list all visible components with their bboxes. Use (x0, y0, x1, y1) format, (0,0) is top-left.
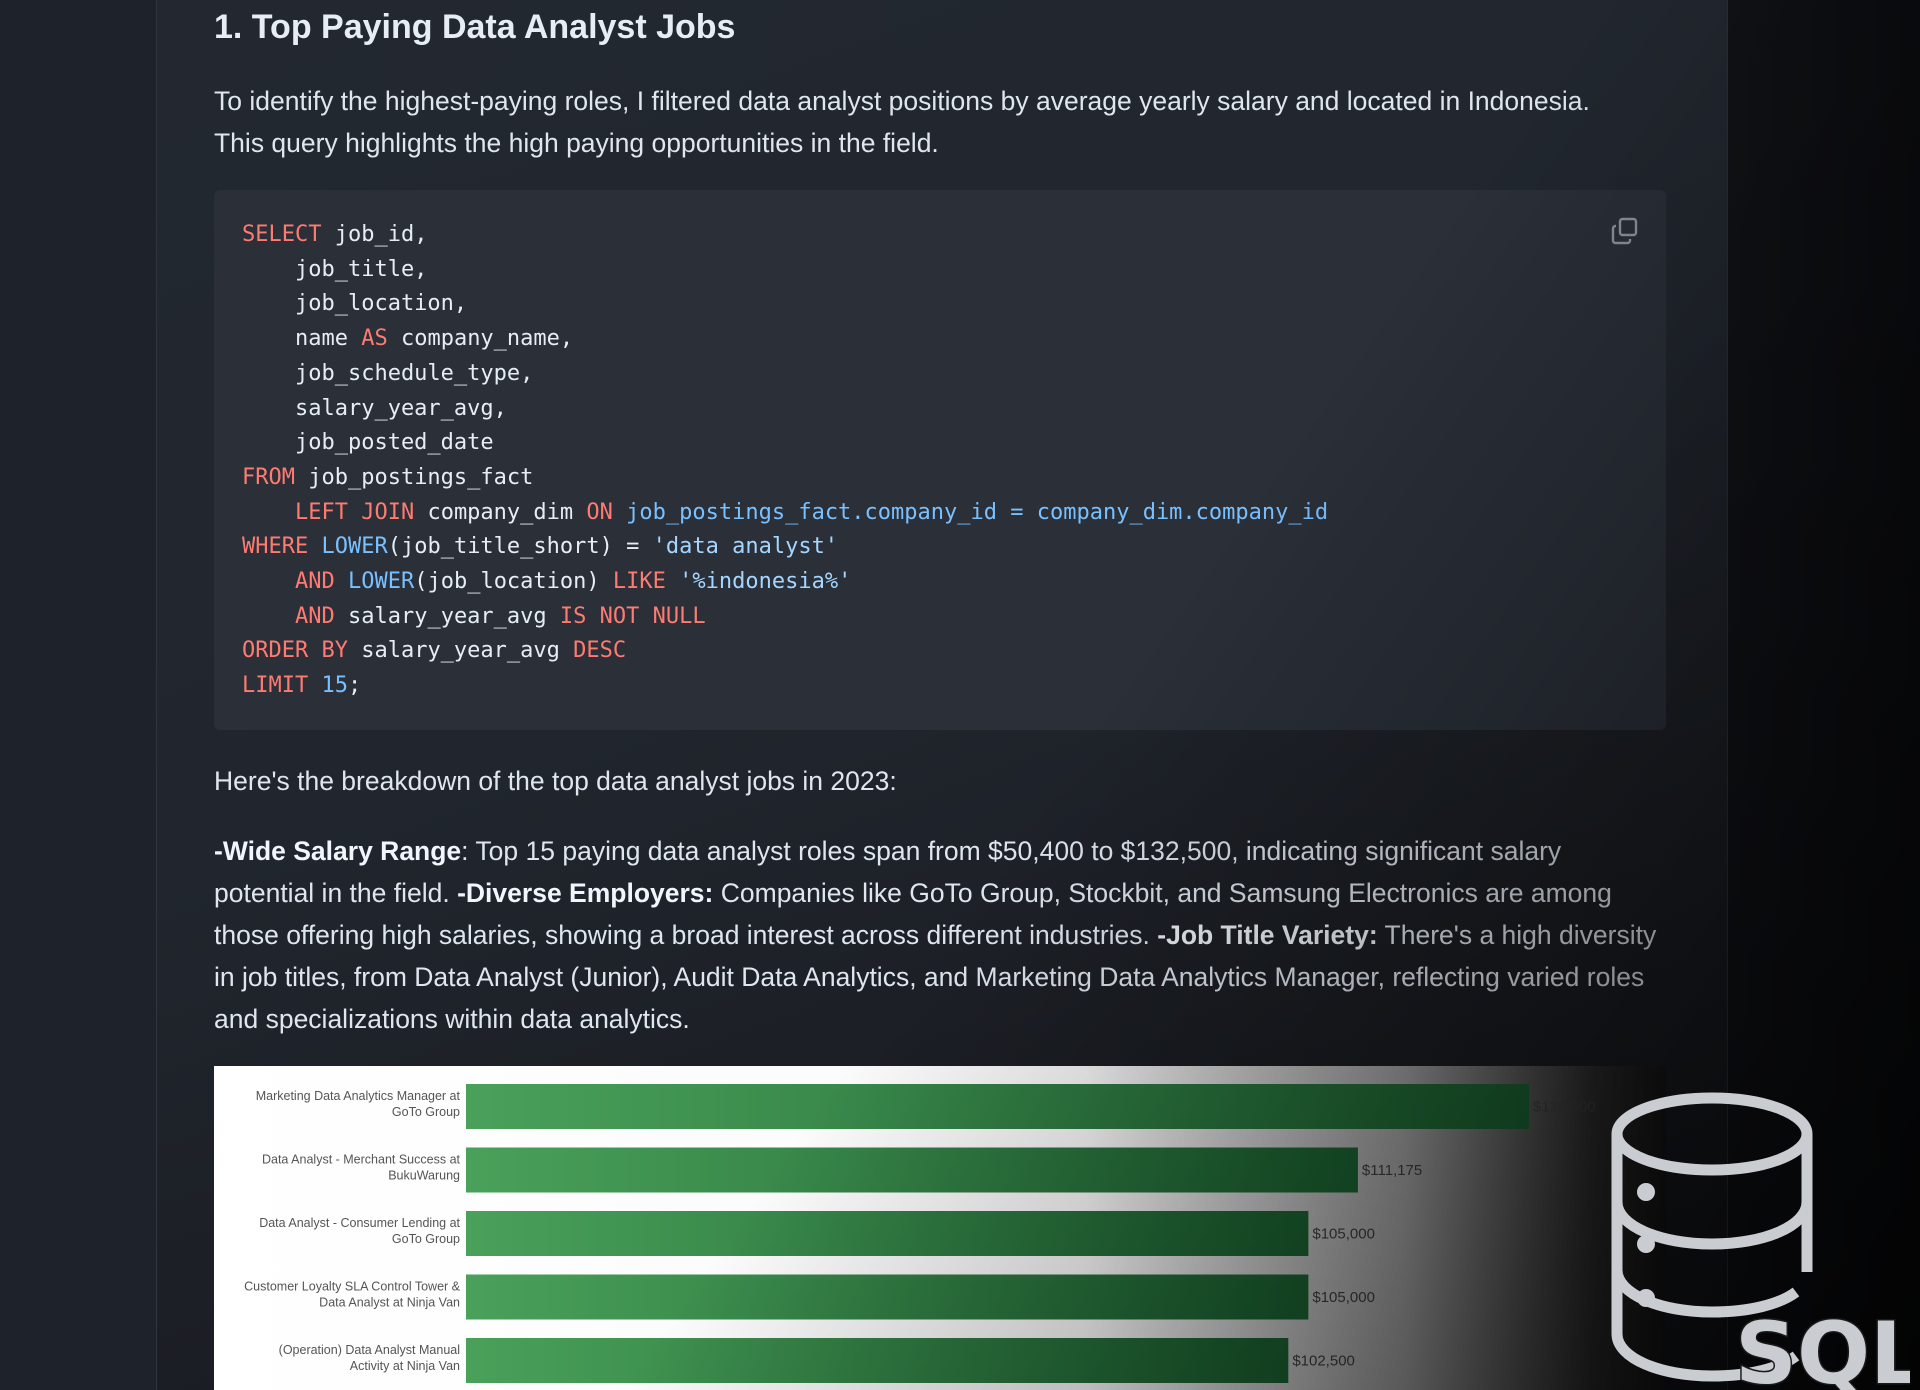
code-keyword: ON (586, 499, 613, 525)
sql-logo-text: SQL (1735, 1304, 1910, 1390)
category-label: BukuWarung (388, 1169, 460, 1183)
code-string: 'data analyst' (652, 534, 839, 560)
breakdown-intro: Here's the breakdown of the top data ana… (214, 766, 897, 796)
code-keyword: LIKE (612, 569, 666, 595)
insight-title-job-titles: -Job Title Variety: (1157, 920, 1378, 950)
code-keyword: DESC (573, 638, 627, 664)
code-text: job_postings_fact (294, 464, 534, 490)
category-label: Marketing Data Analytics Manager at (256, 1089, 461, 1103)
code-keyword: SELECT (242, 222, 322, 247)
intro-line-1: To identify the highest-paying roles, I … (214, 86, 1590, 116)
chart-canvas: Marketing Data Analytics Manager at GoTo … (244, 1084, 1596, 1383)
section-heading: 1. Top Paying Data Analyst Jobs (214, 8, 736, 46)
code-text: job_location, (242, 291, 468, 317)
code-text: salary_year_avg (334, 603, 560, 629)
code-string: '%indonesia%' (679, 569, 852, 595)
sql-code: SELECT job_id, job_title, job_location, … (242, 218, 1328, 704)
category-label: Data Analyst - Consumer Lending at (259, 1216, 460, 1230)
category-label: GoTo Group (392, 1105, 460, 1119)
intro-line-2: This query highlights the high paying op… (214, 128, 939, 158)
code-block: SELECT job_id, job_title, job_location, … (214, 190, 1666, 730)
code-keyword: IS NOT NULL (559, 603, 706, 629)
bar (466, 1084, 1529, 1129)
code-keyword: LEFT JOIN (294, 499, 415, 525)
insight-title-salary-range: -Wide Salary Range (214, 836, 462, 866)
bar (466, 1211, 1309, 1256)
value-label: $105,000 (1312, 1226, 1375, 1243)
code-text: company_name, (387, 326, 574, 352)
category-label: Activity at Ninja Van (350, 1359, 460, 1373)
code-function: LOWER (347, 569, 415, 595)
code-keyword: AND (294, 603, 335, 629)
intro-paragraph: To identify the highest-paying roles, I … (214, 80, 1674, 164)
insight-title-employers: -Diverse Employers: (457, 878, 714, 908)
code-text: salary_year_avg (347, 638, 574, 664)
code-keyword: AND (294, 569, 335, 595)
code-text: job_schedule_type, (242, 360, 534, 386)
code-keyword: FROM (242, 464, 295, 490)
code-text: ; (347, 673, 362, 699)
value-label: $111,175 (1362, 1162, 1422, 1179)
code-text: job_id, (321, 222, 428, 247)
bar (466, 1338, 1289, 1383)
code-text: job_posted_date (242, 430, 494, 456)
category-label: (Operation) Data Analyst Manual (279, 1343, 460, 1357)
code-number: 15 (321, 673, 348, 699)
value-label: $102,500 (1292, 1353, 1355, 1370)
copy-icon[interactable] (1610, 216, 1640, 246)
code-text: name (242, 326, 362, 352)
code-keyword: ORDER BY (242, 638, 348, 664)
code-text: (job_location) (414, 569, 613, 595)
category-label: Data Analyst at Ninja Van (319, 1296, 460, 1310)
code-text: job_title, (242, 256, 428, 282)
code-function: LOWER (321, 534, 388, 560)
value-label: $105,000 (1312, 1289, 1375, 1306)
category-label: Customer Loyalty SLA Control Tower & (244, 1280, 461, 1294)
salary-bar-chart: Marketing Data Analytics Manager at GoTo … (214, 1066, 1666, 1390)
insights-paragraph: -Wide Salary Range: Top 15 paying data a… (214, 830, 1659, 1040)
value-label: $132,500 (1533, 1099, 1596, 1116)
code-keyword: AS (361, 326, 388, 352)
code-text: salary_year_avg, (242, 395, 507, 421)
bar (466, 1147, 1358, 1193)
code-keyword: LIMIT (242, 673, 309, 699)
code-identifier: job_postings_fact.company_id = company_d… (612, 499, 1329, 525)
category-label: Data Analyst - Merchant Success at (262, 1153, 461, 1167)
database-icon: SQL (1611, 1092, 1910, 1390)
code-text: company_dim (414, 499, 587, 525)
code-keyword: WHERE (242, 534, 309, 560)
code-text: (job_title_short) = (387, 534, 653, 560)
bar (466, 1274, 1309, 1320)
category-label: GoTo Group (392, 1232, 460, 1246)
